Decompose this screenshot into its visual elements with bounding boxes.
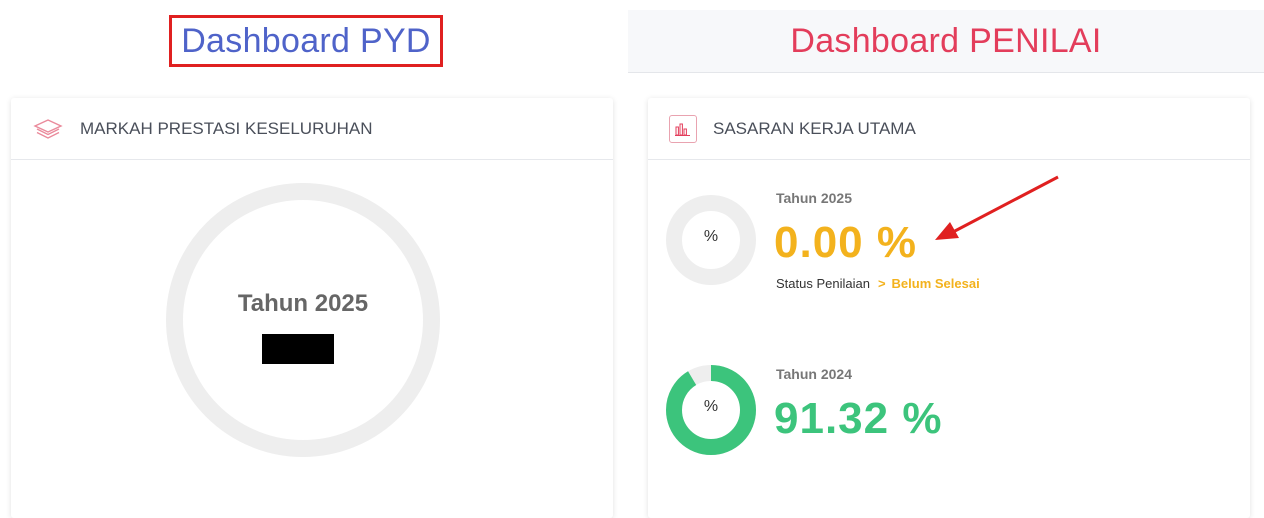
sku-2025-ring: %: [665, 194, 757, 286]
overall-score-ring: Tahun 2025: [166, 183, 440, 457]
sku-2024-value: 91.32 %: [774, 394, 943, 443]
sku-2024-year: Tahun 2024: [776, 366, 852, 382]
sku-2024-ring: %: [665, 364, 757, 456]
markah-prestasi-card: MARKAH PRESTASI KESELURUHAN Tahun 2025: [11, 98, 613, 518]
markah-card-header: MARKAH PRESTASI KESELURUHAN: [11, 98, 613, 160]
status-label: Status Penilaian: [776, 276, 870, 291]
sku-2025-value: 0.00 %: [774, 218, 917, 267]
bar-chart-icon: [669, 114, 697, 143]
layers-icon: [32, 113, 64, 145]
chevron-right-icon: >: [877, 276, 886, 291]
annotation-arrow-icon: [935, 175, 1059, 240]
sasaran-card-header: SASARAN KERJA UTAMA: [648, 98, 1250, 160]
markah-card-title: MARKAH PRESTASI KESELURUHAN: [80, 118, 373, 138]
tab-dashboard-penilai[interactable]: Dashboard PENILAI: [628, 10, 1264, 73]
sku-2024-ring-symbol: %: [703, 398, 719, 415]
overall-year-label: Tahun 2025: [237, 290, 369, 317]
sku-2025-status: Status Penilaian > Belum Selesai: [776, 276, 980, 291]
tab-dashboard-pyd[interactable]: Dashboard PYD: [169, 15, 443, 67]
sku-2025-ring-symbol: %: [703, 228, 719, 245]
redacted-score: [262, 334, 334, 364]
tab-dashboard-pyd-area: Dashboard PYD: [0, 0, 612, 82]
status-value: Belum Selesai: [891, 276, 980, 291]
sasaran-card-title: SASARAN KERJA UTAMA: [713, 118, 916, 138]
sku-2025-year: Tahun 2025: [776, 190, 852, 206]
